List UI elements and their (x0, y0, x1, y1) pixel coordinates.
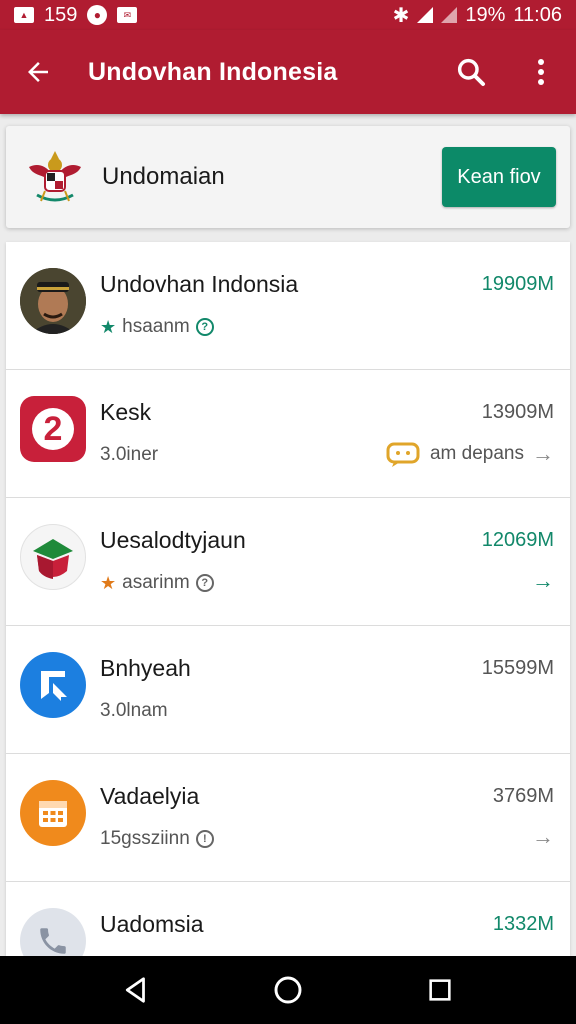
item-title: Undovhan Indonsia (100, 271, 299, 297)
signal-icon (417, 7, 434, 23)
arrow-right-icon: → (532, 824, 554, 849)
item-subtitle: 3.0lnam (100, 700, 168, 721)
arrow-right-icon: → (532, 441, 554, 466)
item-size: 12069M (481, 529, 554, 551)
app-title: Undovhan Indonesia (88, 57, 338, 86)
info-icon[interactable]: ? (195, 574, 214, 592)
item-size: 19909M (481, 273, 554, 295)
garuda-emblem-icon (22, 144, 88, 210)
info-icon[interactable]: ? (195, 318, 214, 336)
item-title: Uesalodtyjaun (100, 527, 246, 553)
nav-home-button[interactable] (258, 960, 318, 1020)
item-subtitle: asarinm (122, 572, 190, 593)
star-icon: ★ (100, 316, 117, 337)
arrow-right-icon: → (532, 568, 554, 593)
item-subtitle: hsaanm (122, 316, 190, 337)
list-item[interactable]: Bnhyeah 3.0lnam 15599M (6, 626, 570, 754)
item-title: Bnhyeah (100, 655, 191, 681)
item-size: 3769M (492, 785, 554, 807)
list-item[interactable]: Uadomsia 1332M (6, 882, 570, 956)
notification-count: 159 (44, 3, 78, 26)
list-item[interactable]: Vadaelyia 15gssziinn ! 3769M → (6, 754, 570, 882)
image-notification-icon: ▲ (14, 7, 34, 23)
list-item[interactable]: 2 Kesk 3.0iner 13909M am depans → (6, 370, 570, 498)
info-icon[interactable]: ! (195, 830, 214, 848)
nav-recents-button[interactable] (410, 960, 470, 1020)
search-button[interactable] (436, 30, 506, 114)
item-list: Undovhan Indonsia ★ hsaanm ? 19909M 2 Ke… (6, 242, 570, 956)
star-icon: ★ (100, 572, 117, 593)
app-icon (20, 524, 86, 590)
app-notification-icon: ● (87, 5, 108, 25)
item-action[interactable]: → (532, 568, 554, 594)
list-item[interactable]: Undovhan Indonsia ★ hsaanm ? 19909M (6, 242, 570, 370)
more-vert-icon (538, 59, 544, 85)
chat-bubble-icon (386, 442, 420, 467)
channel-header-card: Undomaian Kean fiov (6, 126, 570, 228)
app-bar: Undovhan Indonesia (0, 30, 576, 114)
item-title: Kesk (100, 399, 152, 425)
follow-button[interactable]: Kean fiov (442, 147, 556, 207)
arrow-left-icon (28, 62, 48, 82)
nav-back-button[interactable] (106, 960, 166, 1020)
status-bar: ▲ 159 ● ✉ ✱ 19% 11:06 (0, 0, 576, 30)
system-nav-bar (0, 956, 576, 1024)
item-action[interactable]: → (532, 824, 554, 850)
clock: 11:06 (513, 3, 562, 26)
bluetooth-icon: ✱ (392, 4, 410, 27)
item-subtitle: 3.0iner (100, 444, 159, 465)
phone-app-icon (20, 908, 86, 956)
list-item[interactable]: Uesalodtyjaun ★ asarinm ? 12069M → (6, 498, 570, 626)
item-title: Vadaelyia (100, 783, 200, 809)
item-size: 15599M (481, 657, 554, 679)
back-button[interactable] (0, 30, 76, 114)
item-subtitle: 15gssziinn (100, 828, 190, 849)
item-action[interactable]: am depans → (386, 440, 554, 468)
action-label: am depans (429, 443, 524, 464)
app-icon-label: 2 (32, 408, 74, 450)
battery-percent: 19% (465, 3, 506, 26)
search-icon (457, 58, 485, 86)
item-size: 1332M (492, 913, 554, 935)
message-notification-icon: ✉ (117, 7, 138, 23)
calendar-app-icon (20, 780, 86, 846)
app-icon: 2 (20, 396, 86, 462)
more-options-button[interactable] (506, 30, 576, 114)
item-size: 13909M (481, 401, 554, 423)
circle-home-icon (274, 976, 302, 1004)
triangle-back-icon (125, 977, 145, 1003)
item-title: Uadomsia (100, 911, 204, 937)
square-recents-icon (429, 979, 451, 1001)
wifi-icon (441, 7, 458, 23)
profile-avatar (20, 268, 86, 334)
header-title: Undomaian (102, 163, 225, 190)
app-icon (20, 652, 86, 718)
